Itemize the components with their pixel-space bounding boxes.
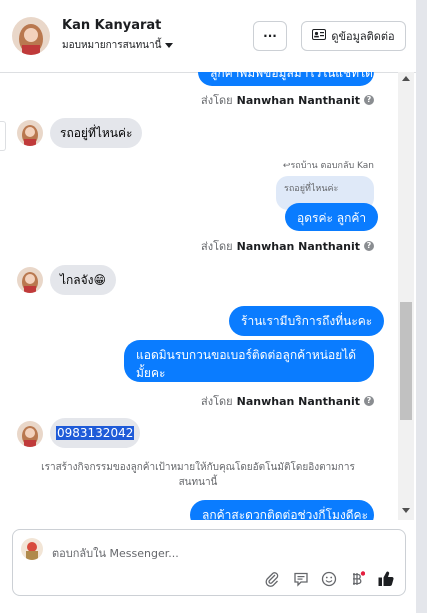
saved-replies-icon[interactable]	[292, 570, 310, 588]
sent-by-label: ส่งโดย Nanwhan Nanthanit ?	[201, 237, 374, 255]
sent-by-label: ส่งโดย Nanwhan Nanthanit ?	[201, 392, 374, 410]
message-outgoing[interactable]: อุดรค่ะ ลูกค้า	[285, 203, 379, 231]
chevron-down-icon	[165, 43, 174, 48]
reply-composer[interactable]: ตอบกลับใน Messenger...	[12, 529, 406, 596]
sent-by-prefix: ส่งโดย	[201, 395, 233, 408]
thread-scrollbar[interactable]	[398, 72, 414, 520]
more-icon: ···	[263, 29, 277, 43]
reply-note: ↩รถบ้าน ตอบกลับ Kan	[282, 161, 374, 171]
message-outgoing[interactable]: ลูกค้าสะดวกติดต่อช่วงกี่โมงดีคะ	[190, 500, 374, 520]
help-icon[interactable]: ?	[364, 396, 374, 406]
contact-avatar	[17, 421, 43, 447]
assign-dropdown[interactable]: มอบหมายการสนทนานี้	[62, 38, 174, 53]
contact-avatar[interactable]	[12, 17, 50, 55]
more-button[interactable]: ···	[253, 21, 287, 51]
message-incoming[interactable]: รถอยู่ที่ไหนค่ะ	[50, 118, 143, 148]
sent-by-label: ส่งโดย Nanwhan Nanthanit ?	[201, 91, 374, 109]
sent-by-prefix: ส่งโดย	[201, 240, 233, 253]
message-text: แอดมินรบกวนขอเบอร์ติดต่อลูกค้าหน่อยได้มั…	[136, 348, 357, 380]
sender-name: Nanwhan Nanthanit	[236, 394, 360, 408]
message-outgoing[interactable]: ลูกค้าพิมพ์ข้อมูลมาไว้ในแชทได้เลยค่ะ	[198, 72, 374, 86]
contact-avatar	[17, 267, 43, 293]
conversation-header: Kan Kanyarat มอบหมายการสนทนานี้ ··· ดูข้…	[0, 0, 416, 73]
message-incoming[interactable]: 0983132042	[50, 418, 141, 448]
view-contact-button[interactable]: ดูข้อมูลติดต่อ	[301, 21, 406, 51]
scroll-down-icon[interactable]	[402, 508, 410, 513]
message-thread: ลูกค้าพิมพ์ข้อมูลมาไว้ในแชทได้เลยค่ะ ส่ง…	[0, 72, 398, 520]
phone-number-text[interactable]: 0983132042	[56, 426, 135, 440]
emoji-icon[interactable]	[320, 570, 338, 588]
view-contact-label: ดูข้อมูลติดต่อ	[331, 30, 395, 43]
paperclip-icon[interactable]	[263, 570, 281, 588]
page-avatar	[21, 538, 43, 560]
message-outgoing[interactable]: แอดมินรบกวนขอเบอร์ติดต่อลูกค้าหน่อยได้มั…	[124, 340, 374, 382]
message-text: รถอยู่ที่ไหนค่ะ	[60, 125, 133, 140]
message-text: ร้านเรามีบริการถึงที่นะคะ	[241, 314, 373, 328]
system-notice: เราสร้างกิจกรรมของลูกค้าเป้าหมายให้กับคุ…	[41, 462, 355, 488]
message-incoming[interactable]: ไกลจัง😁	[50, 265, 117, 295]
like-icon[interactable]	[377, 570, 395, 588]
help-icon[interactable]: ?	[364, 241, 374, 251]
sender-name: Nanwhan Nanthanit	[236, 239, 360, 253]
reply-input[interactable]: ตอบกลับใน Messenger...	[52, 544, 179, 562]
message-outgoing[interactable]: ร้านเรามีบริการถึงที่นะคะ	[229, 306, 385, 336]
scroll-thumb[interactable]	[400, 302, 412, 420]
message-text: อุดรค่ะ ลูกค้า	[297, 211, 367, 225]
messenger-panel: Kan Kanyarat มอบหมายการสนทนานี้ ··· ดูข้…	[0, 0, 416, 613]
contact-card-icon	[312, 29, 327, 43]
message-text: ลูกค้าพิมพ์ข้อมูลมาไว้ในแชทได้เลยค่ะ	[210, 72, 374, 80]
contact-avatar	[17, 120, 43, 146]
assign-label: มอบหมายการสนทนานี้	[62, 40, 162, 51]
currency-icon[interactable]	[348, 570, 366, 588]
sent-by-prefix: ส่งโดย	[201, 94, 233, 107]
sender-name: Nanwhan Nanthanit	[236, 93, 360, 107]
message-text: ลูกค้าสะดวกติดต่อช่วงกี่โมงดีคะ	[202, 508, 369, 520]
help-icon[interactable]: ?	[364, 95, 374, 105]
scroll-up-icon[interactable]	[402, 76, 410, 81]
message-text: ไกลจัง😁	[60, 272, 107, 287]
contact-name[interactable]: Kan Kanyarat	[62, 18, 161, 33]
